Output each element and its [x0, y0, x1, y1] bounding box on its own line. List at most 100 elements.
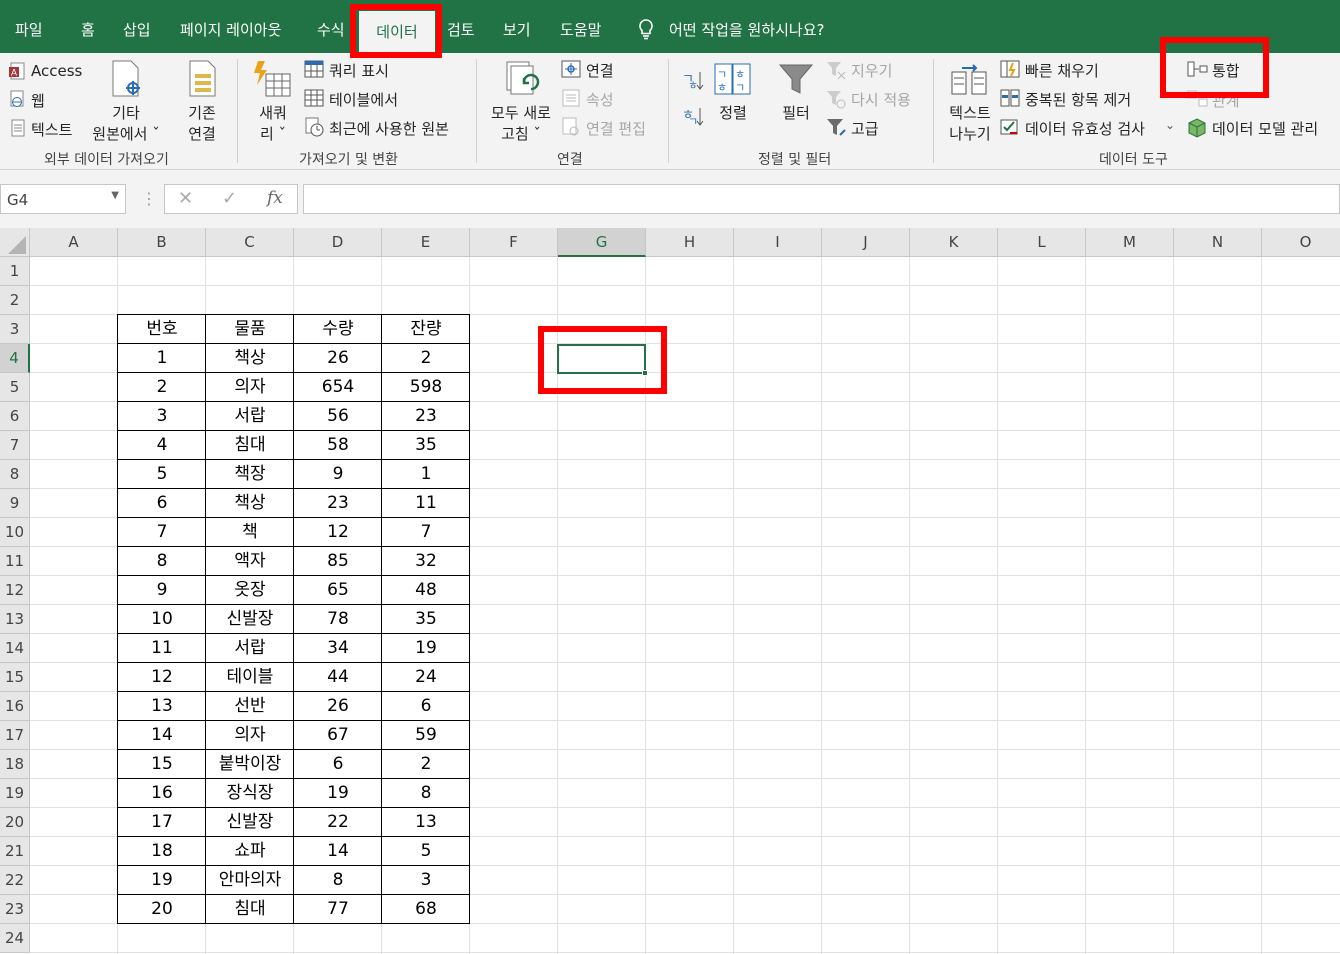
table-header-cell[interactable]: 물품	[206, 315, 294, 344]
tab-file[interactable]: 파일	[15, 19, 43, 40]
table-cell[interactable]: 35	[382, 431, 470, 460]
table-cell[interactable]: 쇼파	[206, 837, 294, 866]
tab-view[interactable]: 보기	[503, 19, 531, 40]
column-header-l[interactable]: L	[998, 228, 1086, 257]
table-cell[interactable]: 2	[382, 344, 470, 373]
table-cell[interactable]: 6	[382, 692, 470, 721]
column-header-k[interactable]: K	[910, 228, 998, 257]
table-cell[interactable]: 19	[118, 866, 206, 895]
column-header-o[interactable]: O	[1262, 228, 1340, 257]
table-cell[interactable]: 12	[294, 518, 382, 547]
table-cell[interactable]: 10	[118, 605, 206, 634]
tab-formulas[interactable]: 수식	[317, 19, 345, 40]
table-cell[interactable]: 14	[118, 721, 206, 750]
table-cell[interactable]: 7	[382, 518, 470, 547]
row-header-19[interactable]: 19	[0, 779, 30, 808]
tab-review[interactable]: 검토	[447, 19, 475, 40]
row-header-17[interactable]: 17	[0, 721, 30, 750]
table-cell[interactable]: 32	[382, 547, 470, 576]
table-cell[interactable]: 1	[382, 460, 470, 489]
table-cell[interactable]: 1	[118, 344, 206, 373]
table-cell[interactable]: 6	[294, 750, 382, 779]
table-cell[interactable]: 4	[118, 431, 206, 460]
table-cell[interactable]: 14	[294, 837, 382, 866]
column-header-m[interactable]: M	[1086, 228, 1174, 257]
table-cell[interactable]: 26	[294, 692, 382, 721]
table-cell[interactable]: 2	[118, 373, 206, 402]
table-cell[interactable]: 신발장	[206, 605, 294, 634]
table-cell[interactable]: 침대	[206, 895, 294, 924]
table-cell[interactable]: 2	[382, 750, 470, 779]
table-cell[interactable]: 85	[294, 547, 382, 576]
table-cell[interactable]: 13	[118, 692, 206, 721]
table-cell[interactable]: 13	[382, 808, 470, 837]
table-cell[interactable]: 5	[118, 460, 206, 489]
table-cell[interactable]: 침대	[206, 431, 294, 460]
formula-bar-grip-icon[interactable]: ⋮	[141, 189, 157, 208]
row-header-3[interactable]: 3	[0, 315, 30, 344]
column-header-h[interactable]: H	[646, 228, 734, 257]
table-cell[interactable]: 액자	[206, 547, 294, 576]
row-header-10[interactable]: 10	[0, 518, 30, 547]
column-header-c[interactable]: C	[206, 228, 294, 257]
column-header-a[interactable]: A	[30, 228, 118, 257]
table-cell[interactable]: 8	[118, 547, 206, 576]
row-header-1[interactable]: 1	[0, 257, 30, 286]
table-cell[interactable]: 의자	[206, 721, 294, 750]
table-cell[interactable]: 신발장	[206, 808, 294, 837]
chevron-down-icon[interactable]: ⌄	[1165, 118, 1175, 132]
table-cell[interactable]: 598	[382, 373, 470, 402]
column-header-j[interactable]: J	[822, 228, 910, 257]
insert-function-icon[interactable]: fx	[267, 188, 283, 208]
row-header-5[interactable]: 5	[0, 373, 30, 402]
row-header-16[interactable]: 16	[0, 692, 30, 721]
row-header-23[interactable]: 23	[0, 895, 30, 924]
table-cell[interactable]: 선반	[206, 692, 294, 721]
table-cell[interactable]: 9	[118, 576, 206, 605]
row-header-12[interactable]: 12	[0, 576, 30, 605]
table-cell[interactable]: 붙박이장	[206, 750, 294, 779]
table-cell[interactable]: 17	[118, 808, 206, 837]
table-cell[interactable]: 56	[294, 402, 382, 431]
table-cell[interactable]: 11	[382, 489, 470, 518]
table-cell[interactable]: 65	[294, 576, 382, 605]
row-header-24[interactable]: 24	[0, 924, 30, 953]
row-header-6[interactable]: 6	[0, 402, 30, 431]
table-cell[interactable]: 8	[382, 779, 470, 808]
table-cell[interactable]: 23	[294, 489, 382, 518]
cancel-icon[interactable]: ✕	[178, 188, 193, 209]
formula-input[interactable]	[303, 184, 1340, 214]
table-cell[interactable]: 19	[294, 779, 382, 808]
column-header-e[interactable]: E	[382, 228, 470, 257]
table-cell[interactable]: 테이블	[206, 663, 294, 692]
table-cell[interactable]: 67	[294, 721, 382, 750]
row-header-21[interactable]: 21	[0, 837, 30, 866]
table-cell[interactable]: 서랍	[206, 634, 294, 663]
table-cell[interactable]: 48	[382, 576, 470, 605]
table-cell[interactable]: 3	[382, 866, 470, 895]
table-cell[interactable]: 654	[294, 373, 382, 402]
table-cell[interactable]: 58	[294, 431, 382, 460]
table-cell[interactable]: 59	[382, 721, 470, 750]
tab-home[interactable]: 홈	[81, 19, 95, 40]
row-header-8[interactable]: 8	[0, 460, 30, 489]
table-cell[interactable]: 16	[118, 779, 206, 808]
table-cell[interactable]: 책	[206, 518, 294, 547]
table-cell[interactable]: 20	[118, 895, 206, 924]
sort-ascending-icon[interactable]: ㄱ ㅎ	[682, 69, 704, 91]
table-header-cell[interactable]: 번호	[118, 315, 206, 344]
table-cell[interactable]: 18	[118, 837, 206, 866]
table-cell[interactable]: 5	[382, 837, 470, 866]
table-cell[interactable]: 35	[382, 605, 470, 634]
table-cell[interactable]: 26	[294, 344, 382, 373]
table-cell[interactable]: 12	[118, 663, 206, 692]
table-cell[interactable]: 23	[382, 402, 470, 431]
tell-me-search[interactable]: 어떤 작업을 원하시나요?	[636, 19, 825, 40]
table-cell[interactable]: 44	[294, 663, 382, 692]
name-box[interactable]: G4 ▼	[0, 184, 126, 214]
table-cell[interactable]: 11	[118, 634, 206, 663]
table-cell[interactable]: 77	[294, 895, 382, 924]
table-cell[interactable]: 19	[382, 634, 470, 663]
row-header-15[interactable]: 15	[0, 663, 30, 692]
enter-check-icon[interactable]: ✓	[222, 188, 237, 209]
